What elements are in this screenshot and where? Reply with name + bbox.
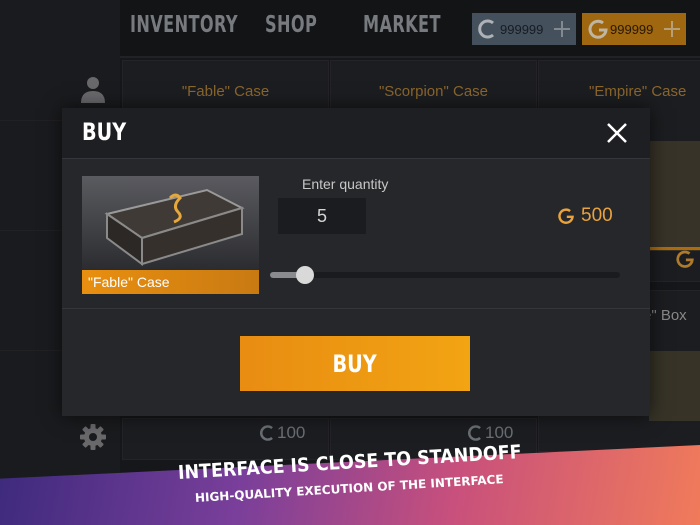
quantity-input[interactable] — [278, 198, 366, 234]
quantity-label: Enter quantity — [302, 176, 389, 192]
fable-case-image — [82, 176, 259, 270]
buy-button-label: BUY — [332, 349, 378, 378]
close-icon[interactable] — [604, 120, 630, 146]
dialog-title: BUY — [82, 118, 127, 146]
item-name-label: "Fable" Case — [82, 270, 259, 294]
divider — [62, 308, 650, 309]
dialog-header: BUY — [62, 108, 650, 159]
total-cost: 500 — [557, 205, 613, 227]
buy-button[interactable]: BUY — [240, 336, 470, 391]
buy-dialog: BUY "Fable" Case Enter quantity 500 — [62, 108, 650, 416]
slider-handle[interactable] — [296, 266, 314, 284]
total-cost-amount: 500 — [581, 205, 613, 226]
item-preview: "Fable" Case — [82, 176, 259, 294]
gold-coin-icon — [558, 208, 574, 224]
quantity-slider[interactable] — [270, 266, 620, 284]
